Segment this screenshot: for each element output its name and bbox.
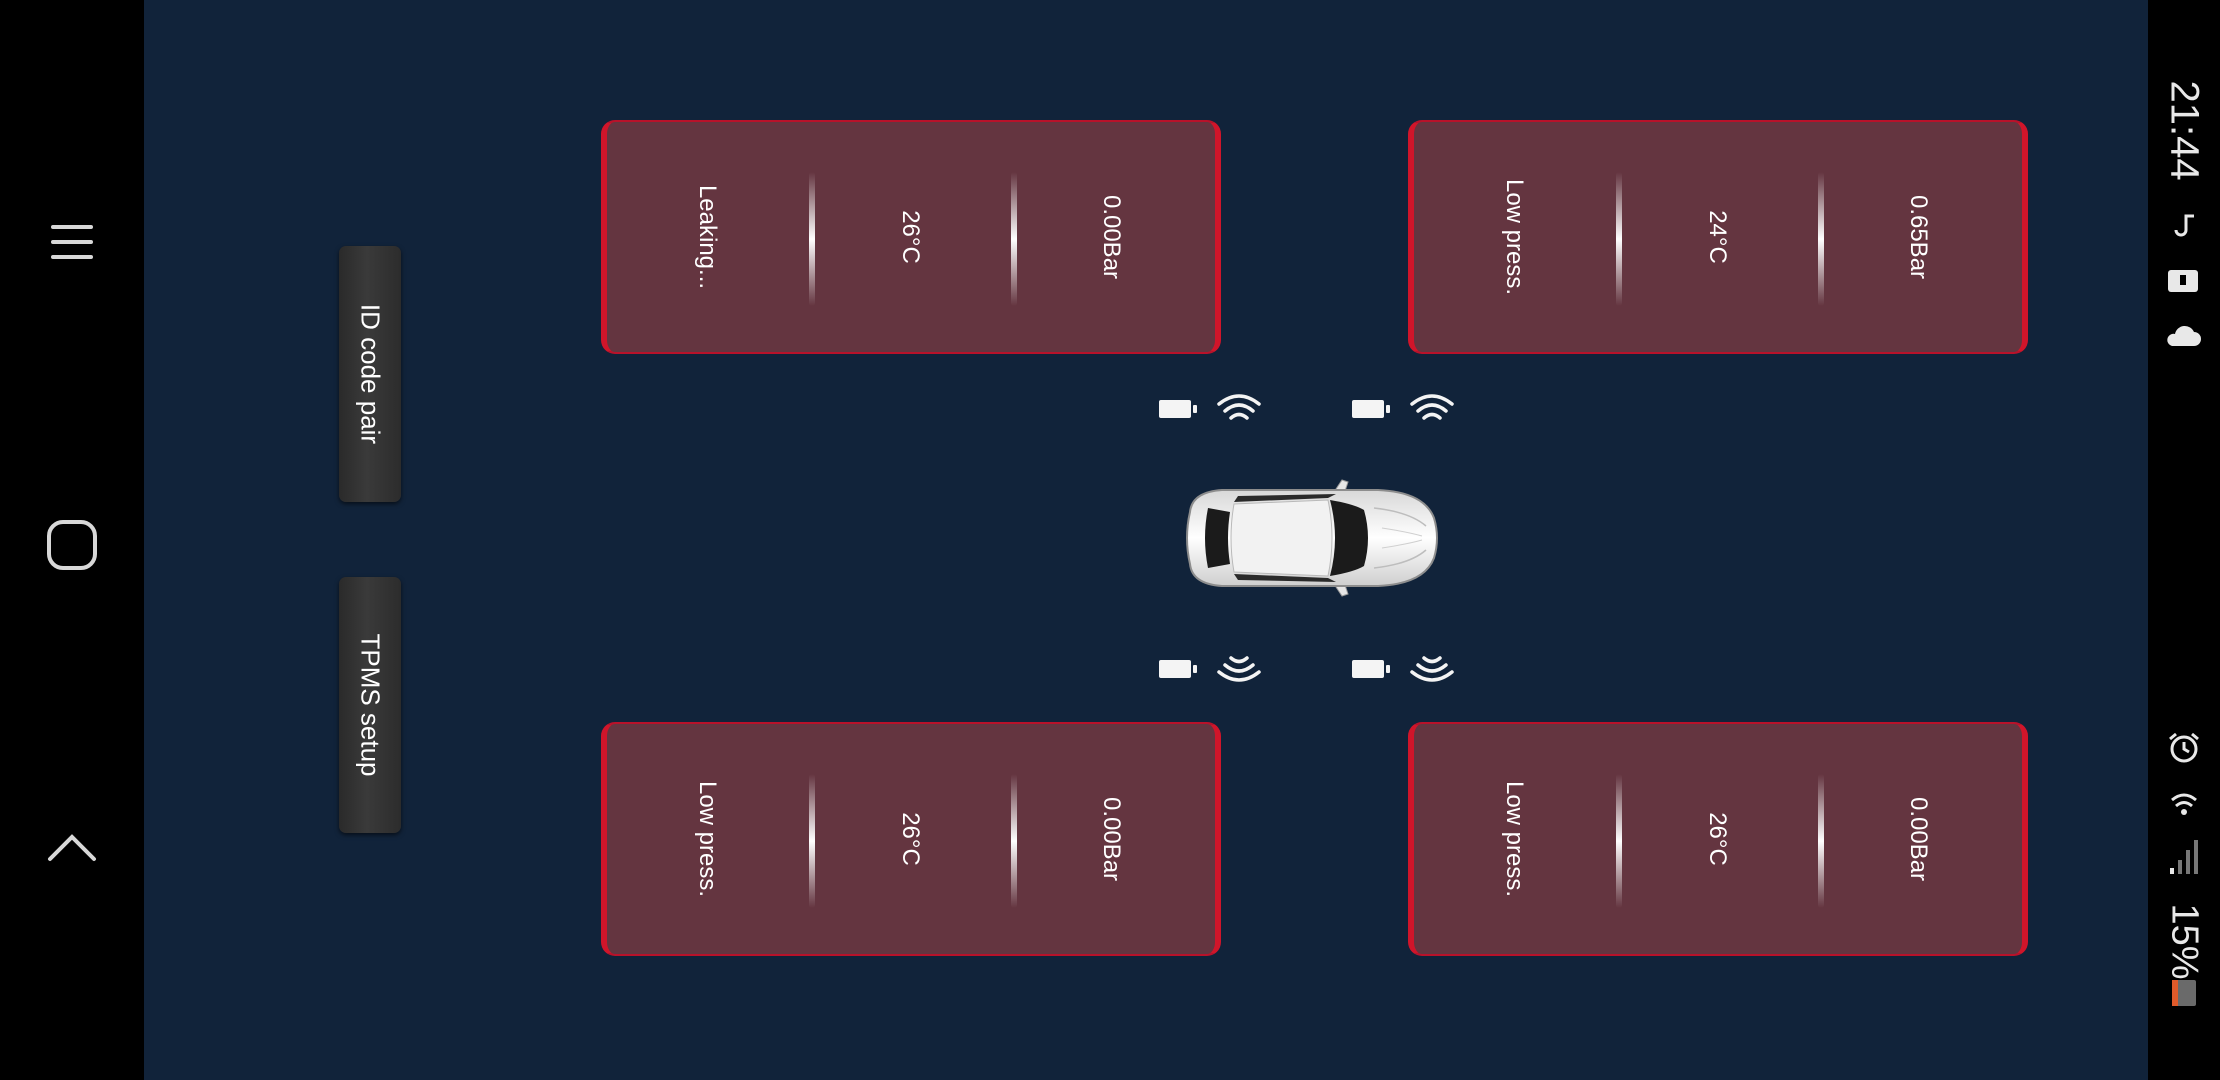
home-icon — [47, 520, 97, 570]
battery-icon — [1159, 660, 1197, 678]
chevron-up-icon — [48, 834, 96, 861]
battery-percent: 15% — [2163, 903, 2206, 980]
tire-card-rear-right[interactable]: Low press. 26°C 0.00Bar — [1408, 722, 2028, 956]
tire-pressure: 0.00Bar — [1098, 796, 1125, 882]
tire-temperature: 26°C — [897, 812, 924, 866]
cloud-icon — [2167, 325, 2201, 346]
divider — [809, 172, 815, 306]
car-top-view-image — [1186, 479, 1438, 597]
signal-icon — [1217, 656, 1261, 682]
battery-low-icon — [2172, 980, 2196, 1006]
battery-icon — [1352, 660, 1390, 678]
divider — [1011, 774, 1017, 908]
clock: 21:44 — [2162, 80, 2207, 181]
tire-status: Low press. — [1501, 178, 1528, 296]
signal-icon — [1410, 394, 1454, 420]
tire-card-front-left[interactable]: Leaking... 26°C 0.00Bar — [601, 120, 1221, 354]
signal-icon — [1410, 656, 1454, 682]
battery-icon — [1352, 400, 1390, 418]
tire-status: Low press. — [1501, 780, 1528, 898]
divider — [1818, 172, 1824, 306]
divider — [1616, 774, 1622, 908]
back-button[interactable] — [32, 807, 112, 887]
wifi-icon — [2171, 793, 2197, 815]
divider — [1616, 172, 1622, 306]
music-note-icon — [2174, 214, 2194, 237]
tire-status: Low press. — [694, 780, 721, 898]
home-button[interactable] — [32, 505, 112, 585]
notification-icon — [2168, 270, 2198, 292]
tire-card-front-right[interactable]: Low press. 24°C 0.65Bar — [1408, 120, 2028, 354]
divider — [1011, 172, 1017, 306]
tire-temperature: 24°C — [1704, 210, 1731, 264]
tire-temperature: 26°C — [1704, 812, 1731, 866]
divider — [1818, 774, 1824, 908]
tire-pressure: 0.00Bar — [1098, 194, 1125, 280]
tire-card-rear-left[interactable]: Low press. 26°C 0.00Bar — [601, 722, 1221, 956]
id-code-pair-button[interactable]: ID code pair — [339, 246, 401, 502]
id-code-pair-label: ID code pair — [355, 303, 386, 445]
tire-pressure: 0.65Bar — [1905, 194, 1932, 280]
cell-signal-icon — [2170, 840, 2198, 874]
tire-pressure: 0.00Bar — [1905, 796, 1932, 882]
tpms-setup-button[interactable]: TPMS setup — [339, 577, 401, 833]
tire-status: Leaking... — [693, 184, 721, 290]
signal-icon — [1217, 394, 1261, 420]
system-status-bar: 21:44 15% — [2148, 0, 2220, 1080]
battery-icon — [1159, 400, 1197, 418]
tpms-setup-label: TPMS setup — [355, 633, 386, 777]
system-nav-bar — [0, 0, 144, 1080]
menu-button[interactable] — [32, 202, 112, 282]
tire-temperature: 26°C — [897, 210, 924, 264]
alarm-icon — [2169, 732, 2199, 763]
divider — [809, 774, 815, 908]
hamburger-menu-icon — [51, 225, 93, 259]
